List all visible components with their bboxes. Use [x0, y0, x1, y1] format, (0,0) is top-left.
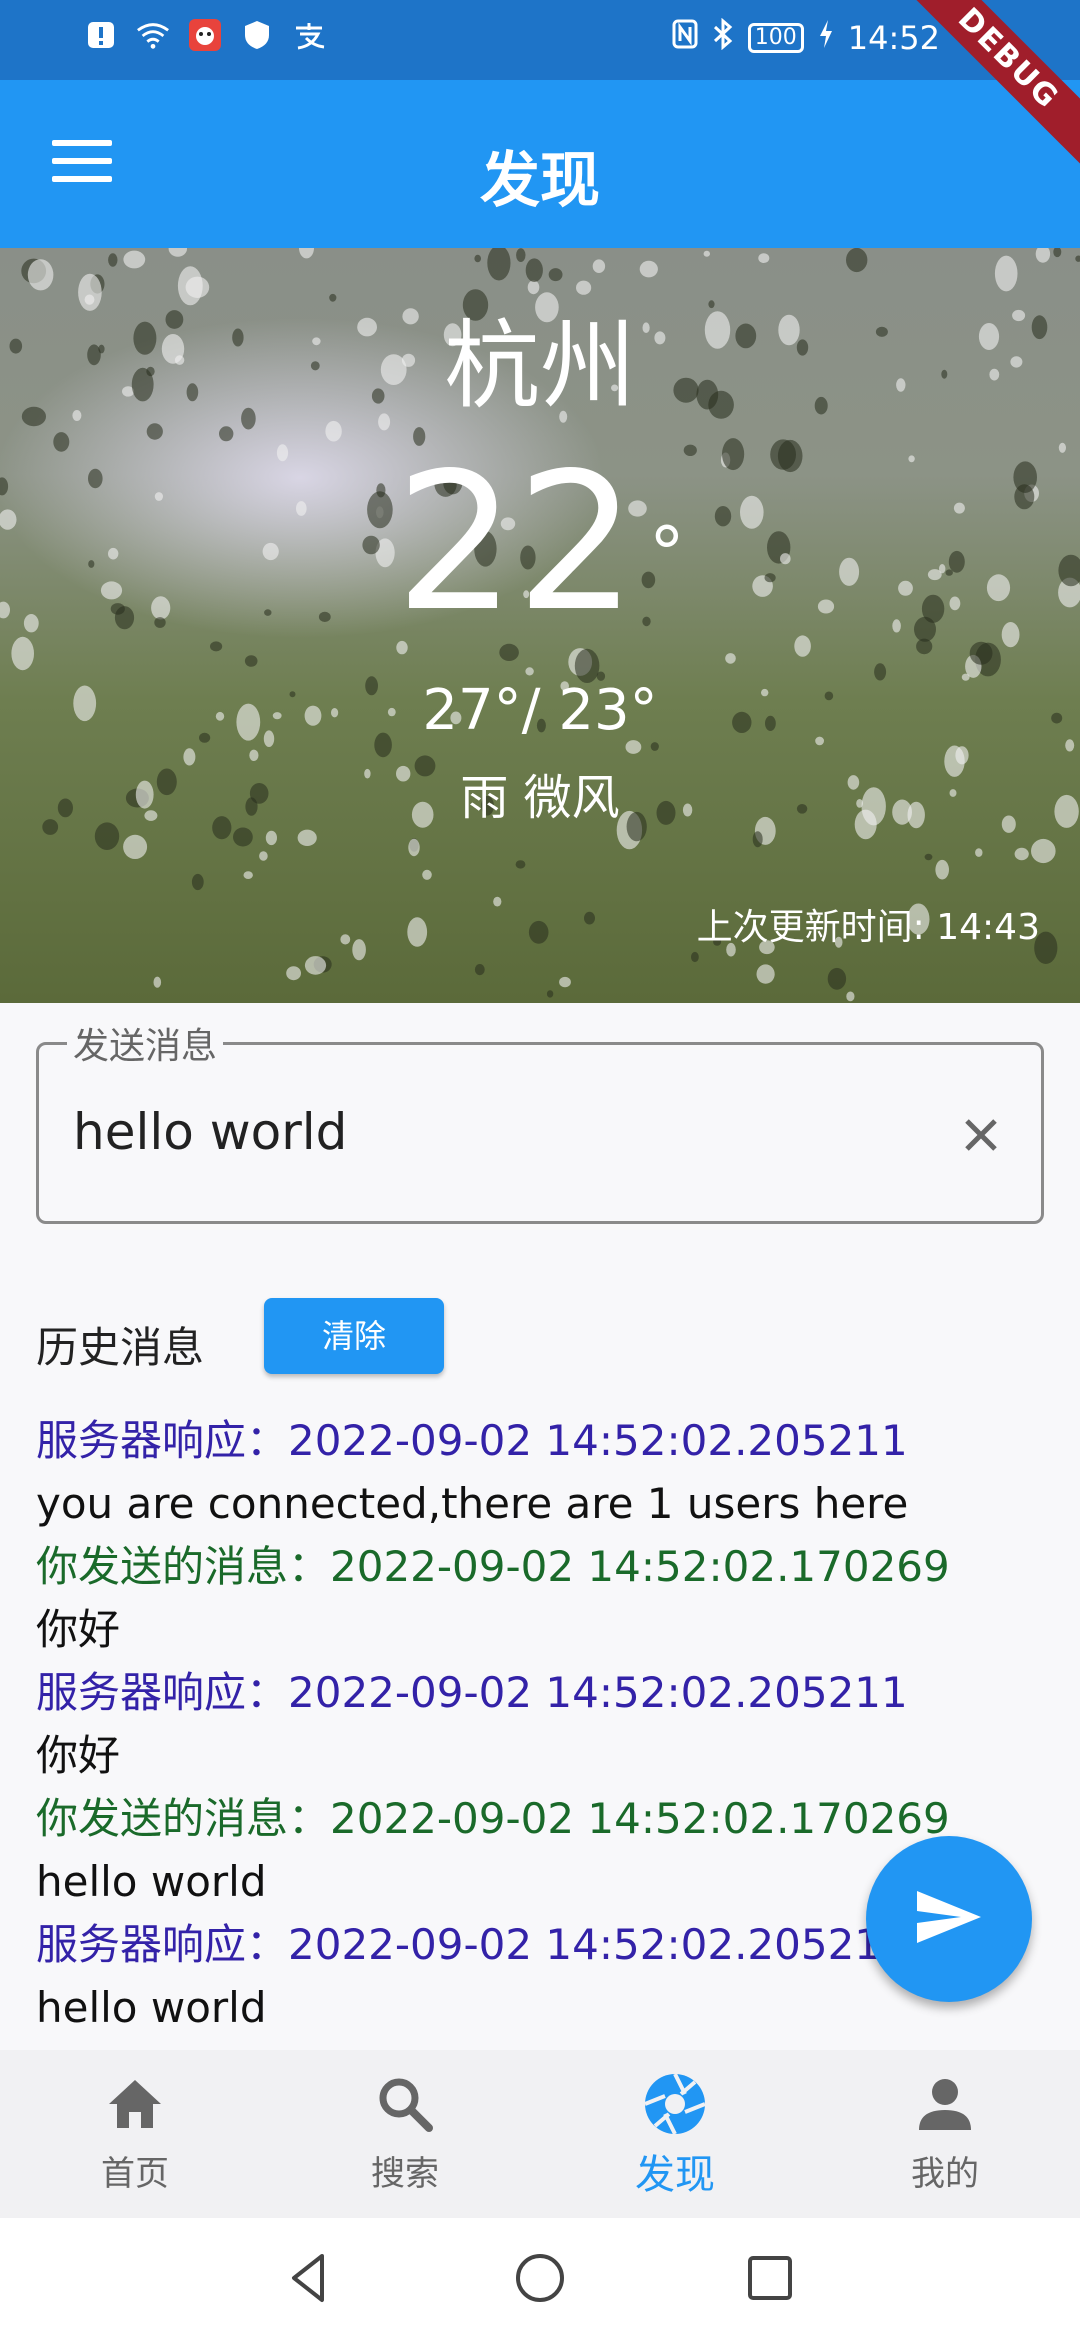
home-circle-icon[interactable]: [510, 2248, 570, 2308]
temperature-range: 27°/ 23°: [422, 678, 658, 743]
message-body: you are connected,there are 1 users here: [36, 1479, 909, 1528]
send-icon: [915, 1889, 983, 1949]
battery-level: 100: [747, 23, 804, 53]
server-response-header: 服务器响应：2022-09-02 14:52:02.205211: [36, 1416, 908, 1465]
clock-time: 14:52: [847, 19, 940, 57]
sent-message-header: 你发送的消息：2022-09-02 14:52:02.170269: [36, 1542, 950, 1591]
weather-temperature: 22 °: [0, 443, 1080, 643]
wifi-icon: [136, 18, 170, 52]
charging-icon: [818, 19, 834, 57]
weather-description: 雨 微风: [460, 770, 620, 826]
nav-label: 我的: [911, 2154, 979, 2194]
person-icon: [913, 2072, 977, 2136]
status-icons-left: [84, 18, 326, 52]
shield-icon: [240, 18, 274, 52]
message-body: 你好: [36, 1731, 121, 1780]
nav-item-search[interactable]: 搜索: [270, 2050, 540, 2218]
message-input[interactable]: 发送消息 hello world: [36, 1017, 1044, 1224]
alipay-icon: [292, 18, 326, 52]
home-icon: [103, 2072, 167, 2136]
nav-label: 首页: [101, 2154, 169, 2194]
message-body: hello world: [36, 1983, 267, 2032]
message-body: 你好: [36, 1605, 121, 1654]
nav-item-profile[interactable]: 我的: [810, 2050, 1080, 2218]
clear-input-icon[interactable]: [951, 1105, 1011, 1165]
sent-message-header: 你发送的消息：2022-09-02 14:52:02.170269: [36, 1794, 950, 1843]
bluetooth-icon: [712, 17, 734, 58]
clear-history-button[interactable]: 清除: [264, 1298, 444, 1374]
aperture-icon: [643, 2072, 707, 2136]
alert-icon: [84, 18, 118, 52]
app-screen: 100 14:52 DEBUG 发现 杭州 22 ° 27°/ 23° 雨 微风 …: [0, 0, 1080, 2340]
weather-card: 杭州 22 ° 27°/ 23° 雨 微风 上次更新时间: 14:43: [0, 248, 1080, 1003]
system-navigation-bar: [0, 2218, 1080, 2340]
nav-item-discover[interactable]: 发现: [540, 2050, 810, 2218]
last-updated: 上次更新时间: 14:43: [696, 907, 1040, 948]
temperature-value: 22: [395, 432, 637, 653]
send-button[interactable]: [866, 1836, 1032, 2002]
input-value[interactable]: hello world: [73, 1103, 347, 1161]
recents-icon[interactable]: [740, 2248, 800, 2308]
app-bar: 发现: [0, 80, 1080, 248]
search-icon: [373, 2072, 437, 2136]
app-notification-icon: [188, 18, 222, 52]
history-label: 历史消息: [36, 1323, 205, 1372]
status-icons-right: 100 14:52: [672, 17, 940, 58]
nav-item-home[interactable]: 首页: [0, 2050, 270, 2218]
bottom-navigation: 首页 搜索 发现 我的: [0, 2050, 1080, 2218]
degree-symbol: °: [648, 511, 685, 595]
input-label: 发送消息: [67, 1017, 224, 1069]
nav-label: 搜索: [371, 2154, 439, 2194]
back-icon[interactable]: [280, 2248, 340, 2308]
status-bar: 100 14:52 DEBUG: [0, 0, 1080, 182]
server-response-header: 服务器响应：2022-09-02 14:52:02.205211: [36, 1668, 908, 1717]
nav-label: 发现: [635, 2152, 715, 2198]
weather-city: 杭州: [444, 310, 636, 422]
page-title: 发现: [480, 146, 600, 216]
nfc-icon: [672, 19, 698, 57]
